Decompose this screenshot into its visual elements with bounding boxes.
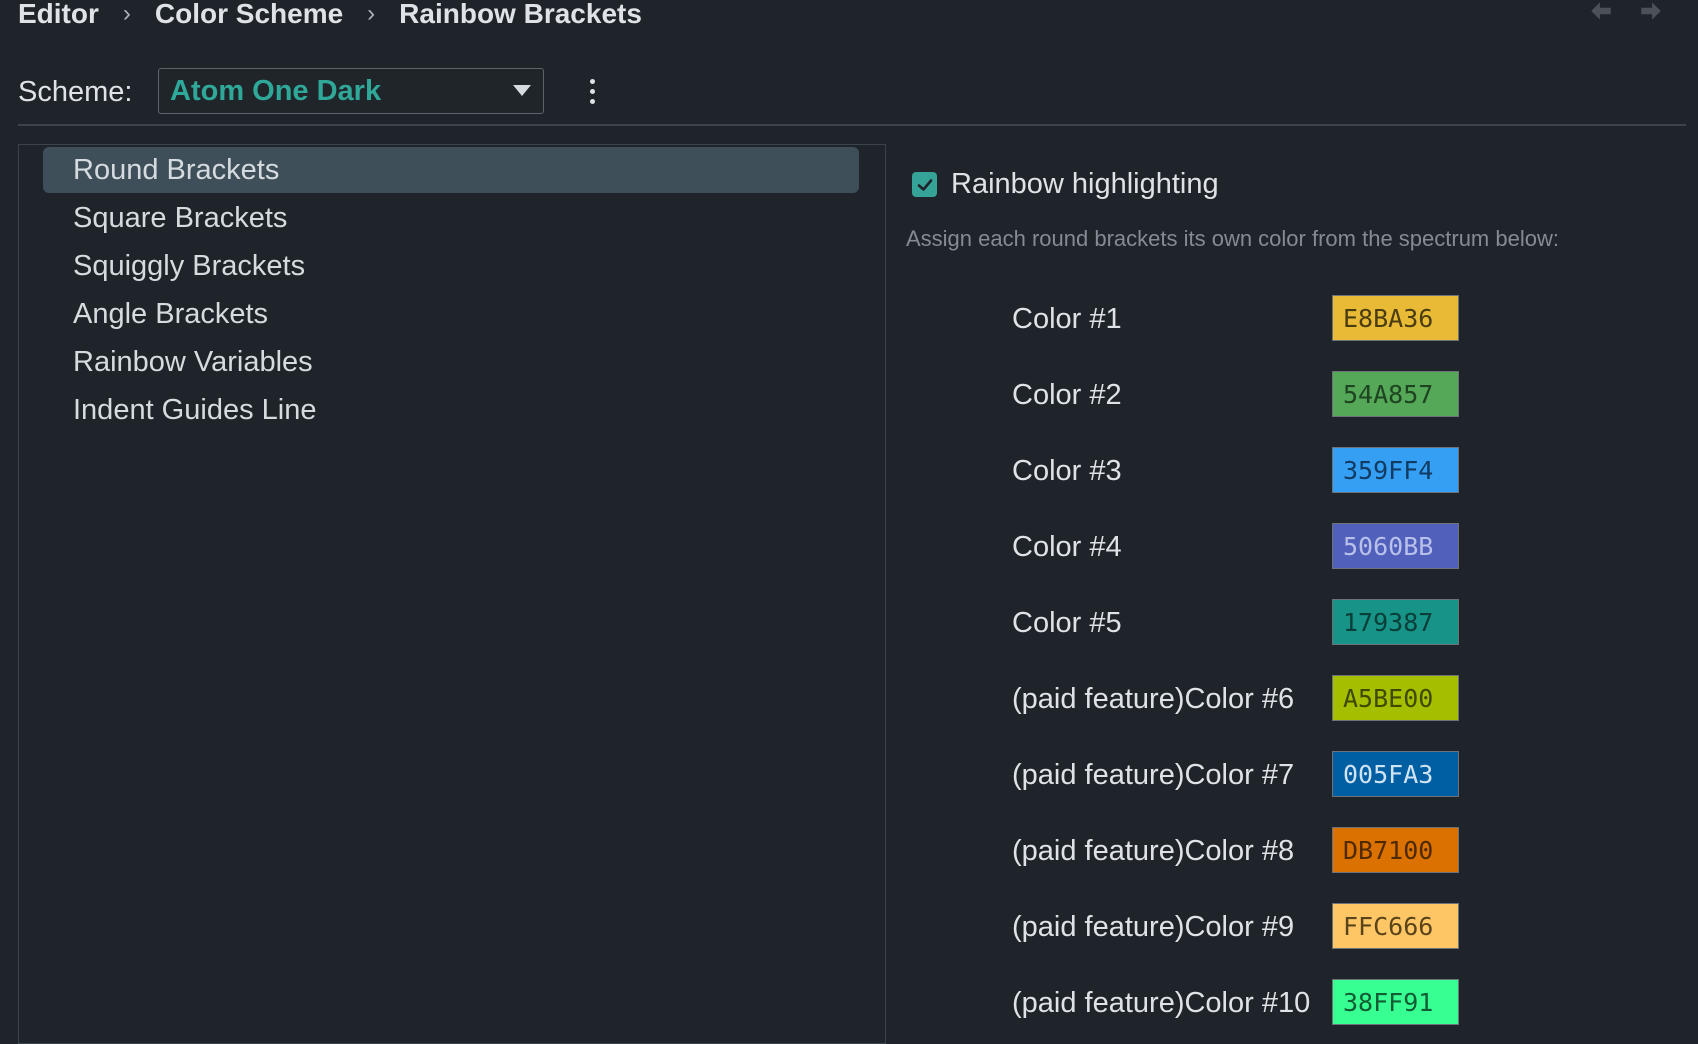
rainbow-highlighting-row: Rainbow highlighting — [912, 168, 1219, 201]
rainbow-highlighting-label[interactable]: Rainbow highlighting — [951, 168, 1219, 201]
list-item-round-brackets[interactable]: Round Brackets — [43, 147, 859, 193]
list-item-label: Rainbow Variables — [73, 345, 313, 378]
color-name-label: (paid feature)Color #7 — [1012, 758, 1295, 791]
list-item-label: Square Brackets — [73, 201, 288, 234]
color-name-label: Color #5 — [1012, 606, 1122, 639]
color-swatch[interactable]: 5060BB — [1332, 523, 1459, 569]
scheme-value: Atom One Dark — [170, 74, 382, 107]
color-row: Color #4 5060BB — [1012, 523, 1572, 571]
list-item-angle-brackets[interactable]: Angle Brackets — [43, 291, 859, 337]
color-name-label: (paid feature)Color #9 — [1012, 910, 1295, 943]
color-row: (paid feature)Color #9 FFC666 — [1012, 903, 1572, 951]
scheme-label: Scheme: — [18, 75, 133, 108]
color-name-label: Color #4 — [1012, 530, 1122, 563]
color-row: (paid feature)Color #10 38FF91 — [1012, 979, 1572, 1027]
settings-panel: Rainbow highlighting Assign each round b… — [906, 144, 1686, 1028]
color-name-label: Color #2 — [1012, 378, 1122, 411]
scheme-dropdown[interactable]: Atom One Dark — [158, 68, 544, 114]
list-item-label: Round Brackets — [73, 153, 280, 186]
color-row: Color #3 359FF4 — [1012, 447, 1572, 495]
list-item-label: Squiggly Brackets — [73, 249, 306, 282]
color-row: Color #5 179387 — [1012, 599, 1572, 647]
breadcrumb-separator: › — [367, 0, 376, 27]
breadcrumb-color-scheme[interactable]: Color Scheme — [155, 0, 343, 30]
arrow-right-icon[interactable] — [1638, 0, 1664, 29]
breadcrumb-separator: › — [122, 0, 131, 27]
divider — [18, 124, 1686, 126]
list-item-label: Angle Brackets — [73, 297, 269, 330]
color-swatch[interactable]: A5BE00 — [1332, 675, 1459, 721]
bracket-type-list: Round Brackets Square Brackets Squiggly … — [18, 144, 886, 1044]
arrow-left-icon[interactable] — [1588, 0, 1614, 29]
color-swatch[interactable]: E8BA36 — [1332, 295, 1459, 341]
color-swatch[interactable]: 38FF91 — [1332, 979, 1459, 1025]
checkmark-icon — [917, 178, 932, 191]
hint-text: Assign each round brackets its own color… — [906, 226, 1559, 251]
list-item-squiggly-brackets[interactable]: Squiggly Brackets — [43, 243, 859, 289]
breadcrumb-editor[interactable]: Editor — [18, 0, 99, 30]
breadcrumb: Editor › Color Scheme › Rainbow Brackets — [18, 0, 642, 32]
chevron-down-icon — [513, 85, 531, 96]
list-item-label: Indent Guides Line — [73, 393, 317, 426]
color-name-label: (paid feature)Color #8 — [1012, 834, 1295, 867]
color-swatch[interactable]: 179387 — [1332, 599, 1459, 645]
color-swatch[interactable]: 359FF4 — [1332, 447, 1459, 493]
color-row: (paid feature)Color #8 DB7100 — [1012, 827, 1572, 875]
color-name-label: (paid feature)Color #10 — [1012, 986, 1311, 1019]
breadcrumb-rainbow-brackets: Rainbow Brackets — [399, 0, 642, 29]
color-row: Color #2 54A857 — [1012, 371, 1572, 419]
scheme-row: Scheme: Atom One Dark — [18, 68, 595, 116]
list-item-indent-guides-line[interactable]: Indent Guides Line — [43, 387, 859, 433]
color-swatch[interactable]: DB7100 — [1332, 827, 1459, 873]
color-swatch[interactable]: FFC666 — [1332, 903, 1459, 949]
navigation-arrows — [1588, 0, 1664, 29]
list-item-rainbow-variables[interactable]: Rainbow Variables — [43, 339, 859, 385]
color-row: Color #1 E8BA36 — [1012, 295, 1572, 343]
color-row: (paid feature)Color #7 005FA3 — [1012, 751, 1572, 799]
rainbow-highlighting-checkbox[interactable] — [912, 172, 937, 197]
color-row: (paid feature)Color #6 A5BE00 — [1012, 675, 1572, 723]
color-swatch[interactable]: 54A857 — [1332, 371, 1459, 417]
color-name-label: (paid feature)Color #6 — [1012, 682, 1295, 715]
color-name-label: Color #3 — [1012, 454, 1122, 487]
color-swatch[interactable]: 005FA3 — [1332, 751, 1459, 797]
color-name-label: Color #1 — [1012, 302, 1122, 335]
list-item-square-brackets[interactable]: Square Brackets — [43, 195, 859, 241]
kebab-menu-icon[interactable] — [580, 74, 604, 108]
